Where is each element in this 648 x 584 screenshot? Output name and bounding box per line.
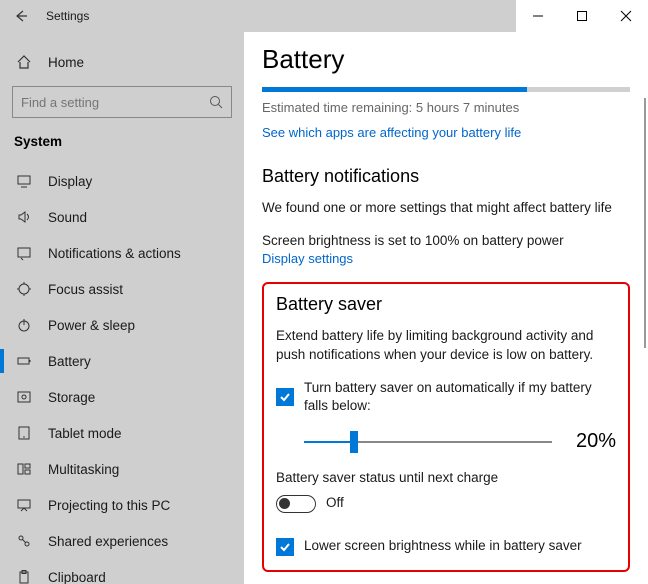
lower-brightness-row[interactable]: Lower screen brightness while in battery… (276, 537, 616, 556)
apps-link[interactable]: See which apps are affecting your batter… (262, 125, 630, 140)
search-icon (209, 95, 223, 109)
arrow-left-icon (13, 9, 27, 23)
sidebar-item-notifications[interactable]: Notifications & actions (0, 235, 244, 271)
sidebar-item-label: Power & sleep (48, 318, 135, 333)
saver-heading: Battery saver (276, 294, 616, 315)
sidebar-home-label: Home (48, 55, 84, 70)
status-value: Off (326, 494, 344, 513)
shared-icon (14, 531, 34, 551)
display-icon (14, 171, 34, 191)
minimize-icon (533, 11, 543, 21)
sidebar-item-display[interactable]: Display (0, 163, 244, 199)
sidebar-item-label: Sound (48, 210, 87, 225)
auto-checkbox-row[interactable]: Turn battery saver on automatically if m… (276, 379, 616, 417)
sidebar-home[interactable]: Home (0, 44, 244, 80)
tablet-icon (14, 423, 34, 443)
sidebar-item-label: Battery (48, 354, 91, 369)
sound-icon (14, 207, 34, 227)
battery-icon (14, 351, 34, 371)
slider-thumb[interactable] (350, 431, 358, 453)
page-title: Battery (262, 44, 630, 75)
sidebar-item-label: Focus assist (48, 282, 123, 297)
sidebar-item-label: Notifications & actions (48, 246, 181, 261)
search-input[interactable] (21, 95, 209, 110)
status-toggle[interactable] (276, 495, 316, 513)
multitask-icon (14, 459, 34, 479)
content-pane: Battery Estimated time remaining: 5 hour… (244, 32, 648, 584)
sidebar: Home System Display Sound Notifications & … (0, 32, 244, 584)
sidebar-item-label: Storage (48, 390, 95, 405)
checkbox-checked-icon (276, 538, 294, 556)
minimize-button[interactable] (516, 0, 560, 32)
projecting-icon (14, 495, 34, 515)
auto-label: Turn battery saver on automatically if m… (304, 379, 616, 417)
battery-bar (262, 87, 630, 92)
sidebar-item-label: Multitasking (48, 462, 119, 477)
status-label: Battery saver status until next charge (276, 469, 616, 488)
notifications-icon (14, 243, 34, 263)
notifications-body: We found one or more settings that might… (262, 199, 630, 218)
sidebar-item-projecting[interactable]: Projecting to this PC (0, 487, 244, 523)
brightness-msg: Screen brightness is set to 100% on batt… (262, 232, 630, 251)
maximize-icon (577, 11, 587, 21)
display-settings-link[interactable]: Display settings (262, 251, 630, 266)
home-icon (14, 52, 34, 72)
sidebar-item-battery[interactable]: Battery (0, 343, 244, 379)
window-title: Settings (40, 9, 89, 23)
lower-label: Lower screen brightness while in battery… (304, 537, 582, 556)
saver-desc: Extend battery life by limiting backgrou… (276, 327, 616, 365)
sidebar-item-tablet[interactable]: Tablet mode (0, 415, 244, 451)
titlebar: Settings (0, 0, 648, 32)
checkbox-checked-icon (276, 388, 294, 406)
maximize-button[interactable] (560, 0, 604, 32)
sidebar-item-label: Shared experiences (48, 534, 168, 549)
close-button[interactable] (604, 0, 648, 32)
sidebar-item-shared[interactable]: Shared experiences (0, 523, 244, 559)
clipboard-icon (14, 567, 34, 584)
sidebar-item-power[interactable]: Power & sleep (0, 307, 244, 343)
scrollbar[interactable] (644, 98, 646, 348)
sidebar-item-sound[interactable]: Sound (0, 199, 244, 235)
back-button[interactable] (0, 9, 40, 23)
sidebar-item-multitask[interactable]: Multitasking (0, 451, 244, 487)
power-icon (14, 315, 34, 335)
sidebar-item-focus[interactable]: Focus assist (0, 271, 244, 307)
search-box[interactable] (12, 86, 232, 118)
threshold-slider[interactable] (304, 441, 552, 443)
focus-icon (14, 279, 34, 299)
notifications-heading: Battery notifications (262, 166, 630, 187)
threshold-value: 20% (576, 430, 616, 453)
sidebar-heading: System (0, 130, 244, 163)
storage-icon (14, 387, 34, 407)
close-icon (621, 11, 631, 21)
sidebar-item-storage[interactable]: Storage (0, 379, 244, 415)
sidebar-item-label: Display (48, 174, 92, 189)
sidebar-item-label: Tablet mode (48, 426, 122, 441)
sidebar-item-label: Clipboard (48, 570, 106, 584)
estimate-text: Estimated time remaining: 5 hours 7 minu… (262, 100, 630, 115)
battery-saver-section: Battery saver Extend battery life by lim… (262, 282, 630, 572)
sidebar-item-label: Projecting to this PC (48, 498, 170, 513)
sidebar-item-clipboard[interactable]: Clipboard (0, 559, 244, 584)
